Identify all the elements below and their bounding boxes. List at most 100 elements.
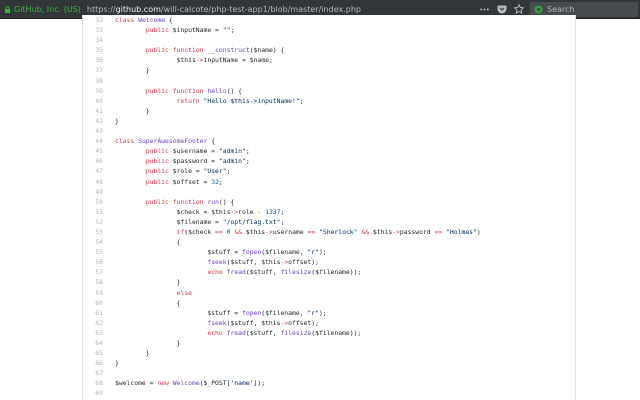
line-number[interactable]: 51	[83, 207, 103, 217]
url-host: github.com	[115, 4, 161, 14]
line-number[interactable]: 44	[83, 136, 103, 146]
line-number[interactable]: 53	[83, 227, 103, 237]
code-text: {	[115, 298, 181, 307]
code-line: 35 public function __construct($name) {	[83, 45, 575, 55]
code-text: public $inputName = "";	[145, 26, 235, 35]
line-number[interactable]: 45	[83, 146, 103, 156]
code-line: 49	[83, 187, 575, 197]
line-number[interactable]: 49	[83, 187, 103, 197]
code-line: 45 public $username = "admin";	[83, 146, 575, 156]
line-number[interactable]: 63	[83, 328, 103, 338]
code-text: }	[115, 278, 181, 287]
url-prefix: https://	[86, 4, 116, 14]
line-number[interactable]: 60	[83, 298, 103, 308]
code-view: 32 class Welcome {33 public $inputName = …	[82, 15, 576, 400]
code-line: 43	[83, 126, 575, 136]
url-path: /will-calcote/php-test-app1/blob/master/…	[160, 4, 361, 14]
line-number[interactable]: 43	[83, 126, 103, 136]
line-number[interactable]: 69	[83, 388, 103, 398]
site-identity[interactable]: GitHub, Inc. (US)	[14, 5, 81, 14]
bookmark-star-icon[interactable]	[513, 4, 524, 15]
code-line: 38	[83, 76, 575, 86]
code-text: return "Hello $this->inputName!";	[176, 96, 304, 105]
line-number[interactable]: 66	[83, 358, 103, 368]
line-number[interactable]: 39	[83, 86, 103, 96]
line-number[interactable]: 62	[83, 318, 103, 328]
code-text: $stuff = fopen($filename, "r");	[115, 308, 327, 317]
code-line: 46 public $password = "admin";	[83, 156, 575, 166]
line-number[interactable]: 56	[83, 257, 103, 267]
code-line: 68 $welcome = new Welcome($_POST['name'])…	[83, 378, 575, 388]
line-number[interactable]: 33	[83, 25, 103, 35]
line-number[interactable]: 37	[83, 65, 103, 75]
code-lines: 32 class Welcome {33 public $inputName = …	[83, 15, 575, 399]
line-number[interactable]: 35	[83, 45, 103, 55]
search-engine-icon	[534, 5, 543, 13]
code-text: }	[115, 106, 150, 115]
code-line: 54 {	[83, 237, 575, 247]
search-placeholder: Search	[547, 4, 575, 14]
code-text: public function hello() {	[145, 86, 243, 95]
line-number[interactable]: 58	[83, 277, 103, 287]
line-number[interactable]: 54	[83, 237, 103, 247]
line-number[interactable]: 48	[83, 177, 103, 187]
code-text: }	[115, 349, 150, 358]
page-content: 32 class Welcome {33 public $inputName = …	[0, 15, 640, 400]
code-line: 36 $this->inputName = $name;	[83, 55, 575, 65]
code-line: 66}	[83, 358, 575, 368]
code-line: 64 }	[83, 338, 575, 348]
code-line: 53 if($check == 0 && $this->username == …	[83, 227, 575, 237]
line-number[interactable]: 40	[83, 96, 103, 106]
code-line: 34	[83, 35, 575, 45]
code-text: fseek($stuff, $this->offset);	[207, 258, 319, 267]
line-number[interactable]: 42	[83, 116, 103, 126]
line-number[interactable]: 57	[83, 267, 103, 277]
line-number[interactable]: 68	[83, 378, 103, 388]
code-line: 51 $check = $this->role - 1337;	[83, 207, 575, 217]
url-bar[interactable]: https://github.com/will-calcote/php-test…	[87, 5, 479, 14]
code-line: 39 public function hello() {	[83, 86, 575, 96]
code-text: public $role = "User";	[145, 167, 231, 176]
more-actions-icon[interactable]	[479, 4, 490, 15]
code-line: 41 }	[83, 106, 575, 116]
line-number[interactable]: 61	[83, 308, 103, 318]
line-number[interactable]: 36	[83, 55, 103, 65]
code-line: 50 public function run() {	[83, 197, 575, 207]
line-number[interactable]: 55	[83, 247, 103, 257]
line-number[interactable]: 41	[83, 106, 103, 116]
line-number[interactable]: 52	[83, 217, 103, 227]
lock-icon	[4, 5, 11, 13]
code-text: $welcome = new Welcome($_POST['name']);	[115, 379, 266, 388]
code-line: 55 $stuff = fopen($filename, "r");	[83, 247, 575, 257]
code-line: 40 return "Hello $this->inputName!";	[83, 96, 575, 106]
code-line: 63 echo fread($stuff, filesize($filename…	[83, 328, 575, 338]
code-line: 32 class Welcome {	[83, 15, 575, 25]
code-text: public function __construct($name) {	[145, 46, 285, 55]
line-number[interactable]: 47	[83, 166, 103, 176]
line-number[interactable]: 65	[83, 348, 103, 358]
line-number[interactable]: 32	[83, 15, 103, 25]
code-text: }	[115, 359, 119, 368]
code-text: public function run() {	[145, 197, 235, 206]
code-text: public $username = "admin";	[145, 147, 250, 156]
code-line: 42}	[83, 116, 575, 126]
line-number[interactable]: 67	[83, 368, 103, 378]
code-line: 44 class SuperAwesomeFooter {	[83, 136, 575, 146]
line-number[interactable]: 50	[83, 197, 103, 207]
line-number[interactable]: 64	[83, 338, 103, 348]
pocket-icon[interactable]	[496, 4, 507, 15]
line-number[interactable]: 38	[83, 76, 103, 86]
code-text: $filename = "/opt/flag.txt";	[115, 217, 285, 226]
line-number[interactable]: 46	[83, 156, 103, 166]
code-text: else	[176, 288, 192, 297]
line-number[interactable]: 34	[83, 35, 103, 45]
code-line: 57 echo fread($stuff, filesize($filename…	[83, 267, 575, 277]
code-line: 58 }	[83, 277, 575, 287]
code-line: 33 public $inputName = "";	[83, 25, 575, 35]
line-number[interactable]: 59	[83, 288, 103, 298]
